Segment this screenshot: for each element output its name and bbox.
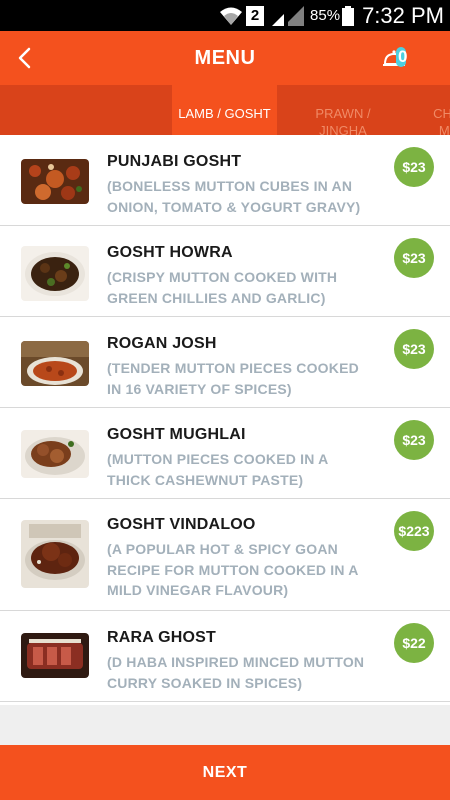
list-item[interactable]: PUNJABI GOSHT (BONELESS MUTTON CUBES IN …: [0, 135, 450, 226]
dish-image: [21, 520, 89, 588]
price-badge: $23: [394, 420, 434, 460]
next-button[interactable]: NEXT: [0, 745, 450, 800]
category-tabs: LAMB / GOSHT PRAWN /JINGHA CHICMU: [0, 85, 450, 135]
list-item[interactable]: GOSHT VINDALOO (A POPULAR HOT & SPICY GO…: [0, 499, 450, 611]
battery-percentage: 85%: [310, 7, 341, 24]
dish-description: (A POPULAR HOT & SPICY GOAN RECIPE FOR M…: [107, 541, 359, 598]
tab-lamb-gosht[interactable]: LAMB / GOSHT: [172, 85, 277, 135]
price-badge: $23: [394, 238, 434, 278]
dish-name: GOSHT HOWRA: [107, 244, 233, 261]
list-item[interactable]: GOSHT MUGHLAI (MUTTON PIECES COOKED IN A…: [0, 408, 450, 499]
page-title: MENU: [194, 46, 256, 69]
dish-name: GOSHT MUGHLAI: [107, 426, 246, 443]
dish-name: GOSHT VINDALOO: [107, 516, 256, 533]
back-arrow-icon[interactable]: [14, 45, 36, 71]
dish-description: (BONELESS MUTTON CUBES IN AN ONION, TOMA…: [107, 178, 361, 215]
dish-image: [21, 246, 89, 301]
dish-image: [21, 159, 89, 204]
dish-image: [21, 341, 89, 386]
price-badge: $23: [394, 329, 434, 369]
cart-button[interactable]: 0: [382, 43, 412, 73]
app-bar: MENU 0: [0, 31, 450, 85]
signal-strength-icon: [272, 5, 305, 26]
tab-prawn-jingha[interactable]: PRAWN / JINGHA: [296, 85, 390, 135]
sim-slot-indicator: 2: [246, 5, 265, 26]
dish-image: [21, 633, 89, 678]
menu-screen: 2 85% 7:32 PM MENU 0 LAMB / GOSHT PRAWN …: [0, 0, 450, 800]
cart-count: 0: [398, 47, 408, 66]
dish-description: (D HABA INSPIRED MINCED MUTTON CURRY SOA…: [107, 654, 365, 691]
price-badge: $23: [394, 147, 434, 187]
dish-name: RARA GHOST: [107, 629, 216, 646]
list-item[interactable]: GOSHT HOWRA (CRISPY MUTTON COOKED WITH G…: [0, 226, 450, 317]
list-item[interactable]: RARA GHOST (D HABA INSPIRED MINCED MUTTO…: [0, 611, 450, 702]
battery-icon: [342, 5, 355, 26]
menu-list: PUNJABI GOSHT (BONELESS MUTTON CUBES IN …: [0, 135, 450, 705]
dish-name: PUNJABI GOSHT: [107, 153, 242, 170]
dish-image: [21, 430, 89, 478]
dish-name: ROGAN JOSH: [107, 335, 217, 352]
dish-description: (CRISPY MUTTON COOKED WITH GREEN CHILLIE…: [107, 269, 338, 306]
list-item[interactable]: ROGAN JOSH (TENDER MUTTON PIECES COOKED …: [0, 317, 450, 408]
price-badge: $22: [394, 623, 434, 663]
tab-chicken[interactable]: CHICMU: [414, 85, 450, 135]
price-badge: $223: [394, 511, 434, 551]
wifi-icon: [220, 7, 243, 25]
status-bar: 2 85% 7:32 PM: [0, 0, 450, 31]
dish-description: (MUTTON PIECES COOKED IN A THICK CASHEWN…: [107, 451, 328, 488]
dish-description: (TENDER MUTTON PIECES COOKED IN 16 VARIE…: [107, 360, 359, 397]
clock: 7:32 PM: [362, 2, 444, 28]
